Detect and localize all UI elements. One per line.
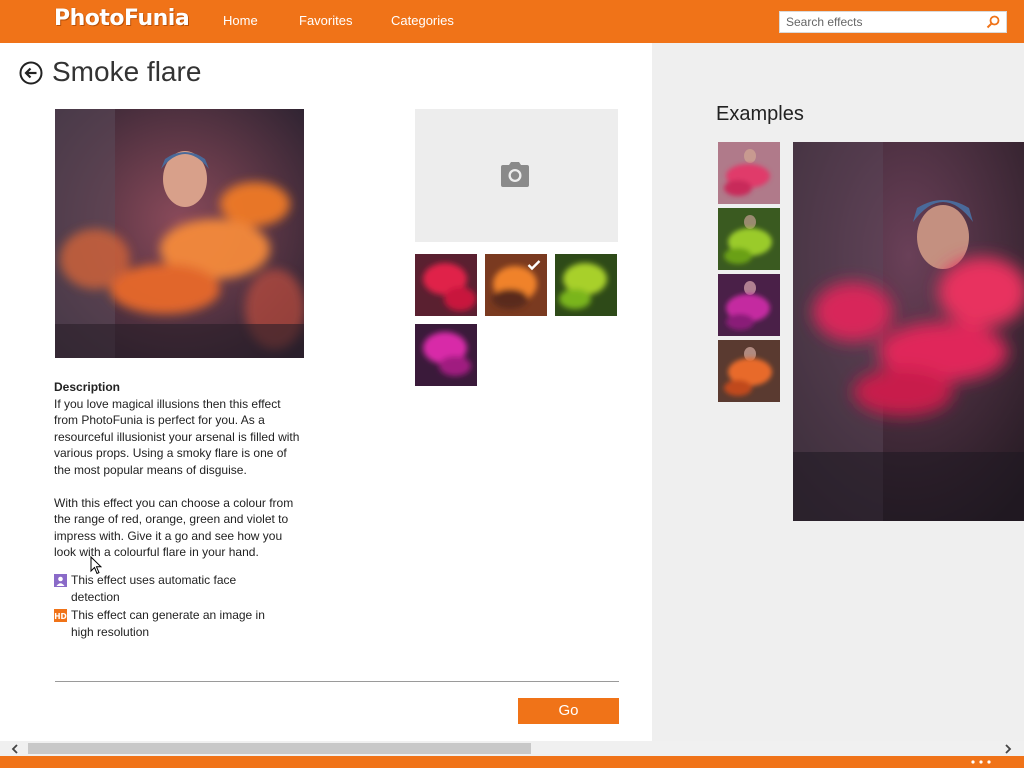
- search-input[interactable]: [786, 15, 986, 29]
- scroll-left-icon[interactable]: [10, 744, 20, 754]
- description-paragraph-2: With this effect you can choose a colour…: [54, 495, 294, 560]
- example-thumbnail-4[interactable]: [718, 340, 780, 402]
- app-bar: [0, 756, 1024, 768]
- more-options-icon[interactable]: [970, 760, 992, 764]
- nav-favorites[interactable]: Favorites: [299, 13, 352, 28]
- high-resolution-text: This effect can generate an image in hig…: [71, 608, 265, 639]
- color-swatch-violet[interactable]: [415, 324, 477, 386]
- page-title: Smoke flare: [52, 56, 202, 87]
- checkmark-icon: [527, 260, 541, 271]
- example-thumbnail-1[interactable]: [718, 142, 780, 204]
- effect-preview-image: [55, 109, 304, 358]
- search-box: [779, 11, 1007, 33]
- color-swatch-red[interactable]: [415, 254, 477, 316]
- go-button[interactable]: Go: [518, 698, 619, 724]
- example-thumbnail-3[interactable]: [718, 274, 780, 336]
- description-paragraph-1: If you love magical illusions then this …: [54, 396, 300, 477]
- scroll-right-icon[interactable]: [1003, 744, 1013, 754]
- scrollbar-thumb[interactable]: [28, 743, 531, 754]
- top-bar: PhotoFunia Home Favorites Categories: [0, 0, 1024, 43]
- feature-face-detection: This effect uses automatic face detectio…: [54, 572, 284, 606]
- photo-upload-area[interactable]: [415, 109, 618, 242]
- face-detection-text: This effect uses automatic face detectio…: [71, 573, 237, 604]
- divider: [55, 681, 619, 682]
- example-large-image: [793, 142, 1024, 521]
- hd-badge-text: HD: [54, 612, 67, 621]
- feature-high-resolution: HD This effect can generate an image in …: [54, 607, 284, 641]
- search-icon[interactable]: [986, 15, 1000, 29]
- mouse-cursor-icon: [90, 556, 102, 575]
- example-thumbnail-2[interactable]: [718, 208, 780, 270]
- face-detection-icon: [54, 574, 67, 587]
- examples-title: Examples: [716, 103, 804, 125]
- hd-icon: HD: [54, 609, 67, 622]
- description-heading: Description: [54, 380, 121, 394]
- color-swatch-green[interactable]: [555, 254, 617, 316]
- horizontal-scrollbar[interactable]: [0, 741, 1024, 756]
- photofunia-logo[interactable]: PhotoFunia: [54, 6, 190, 31]
- description-block: Description If you love magical illusion…: [54, 379, 304, 561]
- camera-icon: [501, 162, 529, 187]
- nav-categories[interactable]: Categories: [391, 13, 454, 28]
- back-arrow-icon[interactable]: [19, 61, 43, 85]
- color-swatch-orange[interactable]: [485, 254, 547, 316]
- nav-home[interactable]: Home: [223, 13, 258, 28]
